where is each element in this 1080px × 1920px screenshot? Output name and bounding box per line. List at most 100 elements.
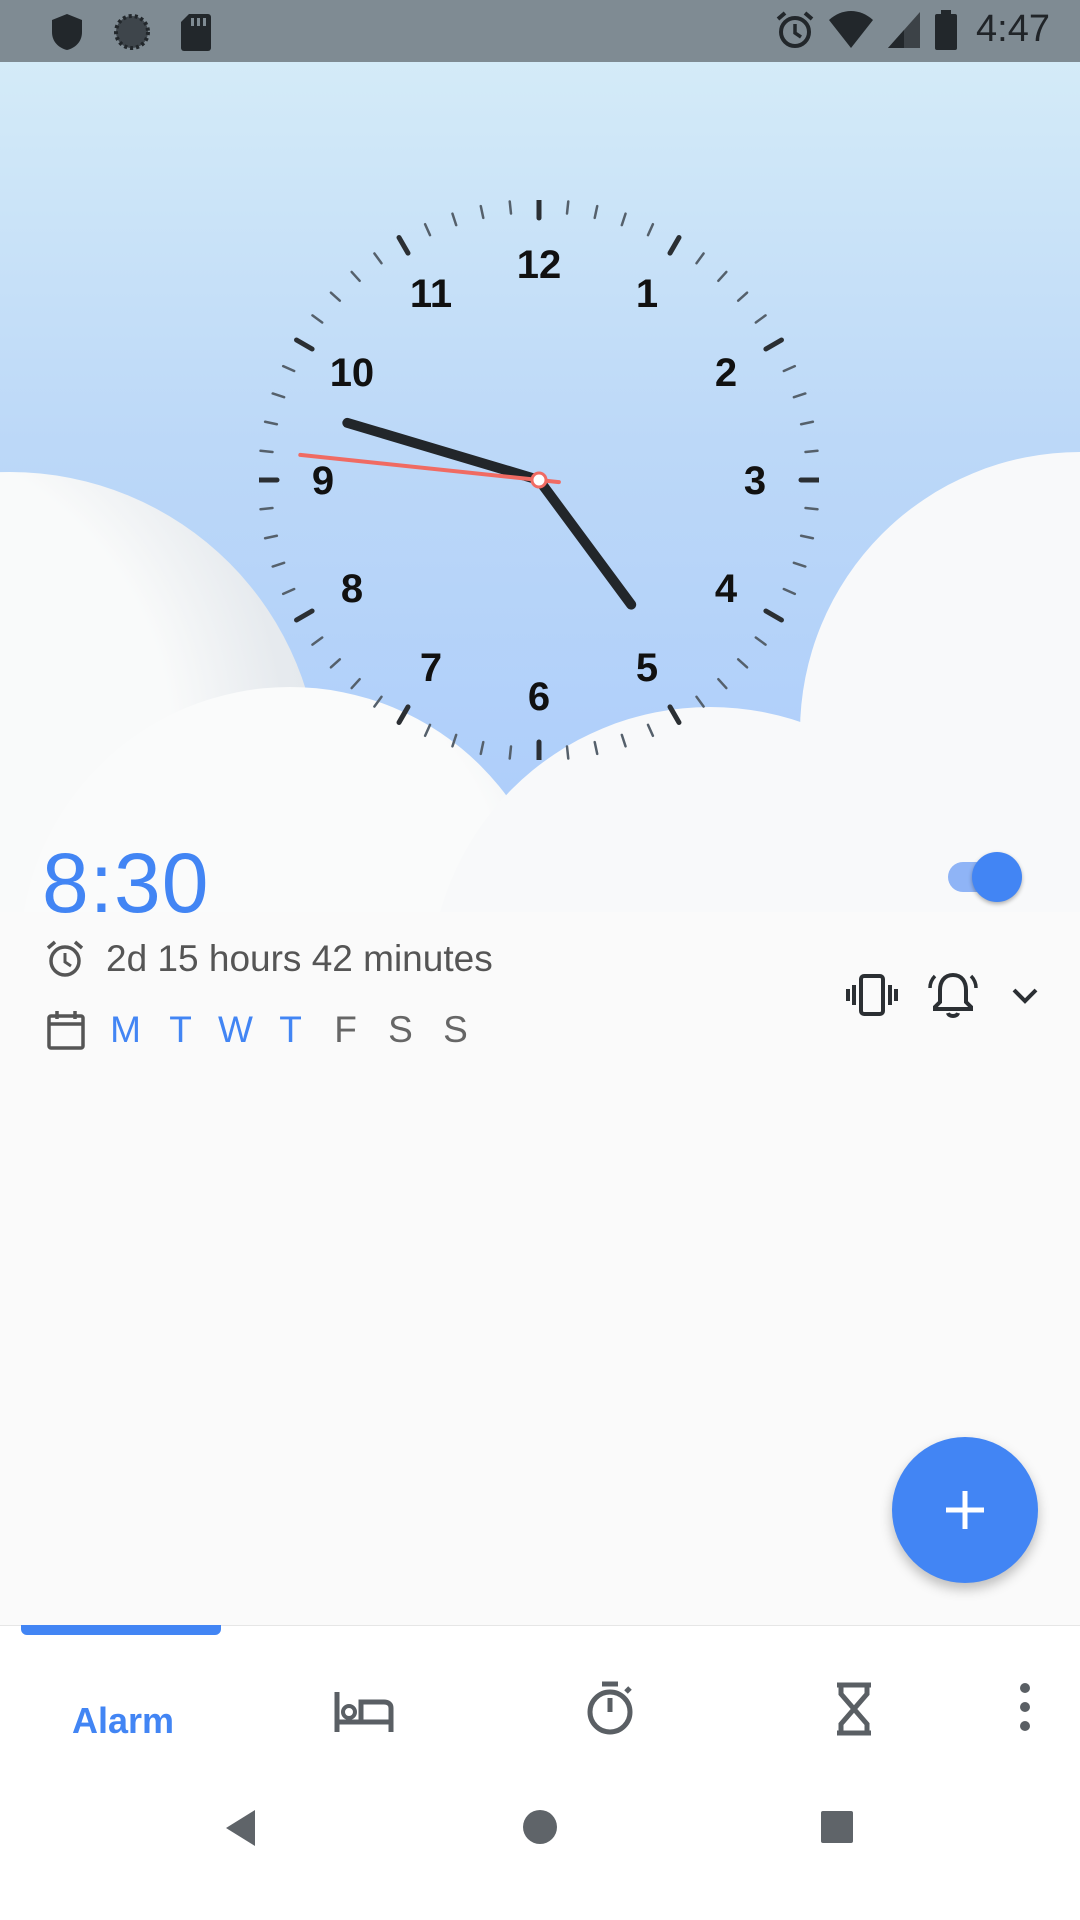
clock-number: 12 xyxy=(517,243,562,287)
clock-minute-tick xyxy=(754,314,767,324)
sync-icon xyxy=(114,14,150,50)
clock-minute-tick xyxy=(311,314,324,324)
home-icon[interactable] xyxy=(521,1808,559,1846)
clock-minute-tick xyxy=(593,740,599,756)
day-saturday[interactable]: S xyxy=(373,1009,428,1051)
clock-minute-tick xyxy=(329,291,342,302)
alarm-time[interactable]: 8:30 xyxy=(42,835,210,932)
clock-minute-tick xyxy=(271,561,286,568)
clock-hour-hand xyxy=(534,475,637,610)
clock-minute-tick xyxy=(782,364,797,373)
clock-minute-tick xyxy=(804,506,819,511)
status-bar: 4:47 xyxy=(0,0,1080,62)
clock-second-hand xyxy=(298,452,561,485)
analog-clock: 121234567891011 xyxy=(259,200,819,760)
clock-minute-tick xyxy=(717,677,728,690)
clock-minute-tick xyxy=(754,636,767,646)
clock-minute-tick xyxy=(695,252,705,265)
clock-minute-tick xyxy=(736,658,749,669)
clock-center-hub xyxy=(530,471,548,489)
day-tuesday[interactable]: T xyxy=(153,1009,208,1051)
back-icon[interactable] xyxy=(223,1808,259,1848)
clock-minute-tick xyxy=(373,695,383,708)
clock-minute-tick xyxy=(792,392,807,399)
bedtime-icon[interactable] xyxy=(333,1688,395,1736)
day-thursday[interactable]: T xyxy=(263,1009,318,1051)
clock-minute-tick xyxy=(263,420,279,426)
clock-minute-tick xyxy=(350,677,361,690)
clock-minute-tick xyxy=(479,204,485,220)
clock-minute-tick xyxy=(508,745,513,760)
clock-number: 4 xyxy=(715,567,738,611)
signal-icon xyxy=(888,11,921,48)
clock-number: 11 xyxy=(410,272,452,316)
clock-minute-tick xyxy=(423,723,432,738)
battery-icon xyxy=(935,9,958,50)
clock-minute-tick xyxy=(350,270,361,283)
clock-background: 12 1 2 3 4 5 6 7 8 9 10 11 xyxy=(0,62,1080,912)
stopwatch-icon[interactable] xyxy=(584,1680,636,1736)
clock-number: 7 xyxy=(420,646,442,690)
add-alarm-button[interactable] xyxy=(892,1437,1038,1583)
clock-minute-tick xyxy=(259,449,274,454)
clock-minute-tick xyxy=(271,392,286,399)
bell-icon[interactable] xyxy=(928,970,978,1020)
calendar-icon xyxy=(47,1011,85,1050)
clock-minute-tick xyxy=(620,212,627,227)
clock-minute-tick xyxy=(646,723,655,738)
shield-icon xyxy=(52,14,82,50)
clock-number: 9 xyxy=(312,459,334,503)
clock-minute-tick xyxy=(479,740,485,756)
clock-minute-tick xyxy=(782,587,797,596)
clock-minute-tick xyxy=(263,534,279,540)
clock-number: 8 xyxy=(341,567,363,611)
alarm-clock-icon xyxy=(46,940,84,977)
clock-number: 1 xyxy=(636,272,658,316)
clock-minute-tick xyxy=(451,733,458,748)
clock-minute-tick xyxy=(593,204,599,220)
status-time: 4:47 xyxy=(976,8,1050,50)
day-sunday[interactable]: S xyxy=(428,1009,483,1051)
clock-minute-tick xyxy=(646,222,655,237)
clock-hour-tick xyxy=(294,337,315,352)
clock-minute-tick xyxy=(799,420,815,426)
tab-alarm[interactable]: Alarm xyxy=(72,1700,174,1742)
clock-minute-tick xyxy=(423,222,432,237)
clock-minute-tick xyxy=(508,200,513,215)
clock-hour-tick xyxy=(294,608,315,623)
clock-minute-tick xyxy=(329,658,342,669)
clock-minute-tick xyxy=(451,212,458,227)
timer-icon[interactable] xyxy=(834,1682,874,1736)
recents-icon[interactable] xyxy=(820,1810,854,1844)
clock-hour-tick xyxy=(396,235,411,256)
vibrate-icon[interactable] xyxy=(846,972,898,1018)
alarm-options xyxy=(846,970,1042,1020)
wifi-icon xyxy=(829,10,874,48)
clock-minute-tick xyxy=(281,587,296,596)
active-tab-indicator xyxy=(21,1625,221,1635)
clock-minute-tick xyxy=(259,506,274,511)
alarm-icon xyxy=(776,10,814,48)
clock-minute-tick xyxy=(799,534,815,540)
clock-number: 3 xyxy=(744,459,766,503)
clock-minute-tick xyxy=(804,449,819,454)
clock-hour-tick xyxy=(763,608,784,623)
clock-minute-tick xyxy=(565,200,570,215)
clock-number: 10 xyxy=(330,351,375,395)
clock-hour-tick xyxy=(396,704,411,725)
day-monday[interactable]: M xyxy=(98,1009,153,1051)
clock-minute-tick xyxy=(695,695,705,708)
clock-minute-tick xyxy=(620,733,627,748)
sd-card-icon xyxy=(181,14,211,51)
day-friday[interactable]: F xyxy=(318,1009,373,1051)
clock-number: 6 xyxy=(528,675,550,719)
day-wednesday[interactable]: W xyxy=(208,1009,263,1051)
clock-hour-tick xyxy=(763,337,784,352)
alarm-toggle[interactable] xyxy=(944,852,1030,902)
more-icon[interactable] xyxy=(1018,1682,1032,1732)
alarm-remaining-row: 2d 15 hours 42 minutes xyxy=(44,938,493,980)
chevron-down-icon[interactable] xyxy=(1008,978,1042,1012)
clock-minute-tick xyxy=(373,252,383,265)
alarm-remaining-text: 2d 15 hours 42 minutes xyxy=(106,938,493,979)
clock-minute-tick xyxy=(311,636,324,646)
